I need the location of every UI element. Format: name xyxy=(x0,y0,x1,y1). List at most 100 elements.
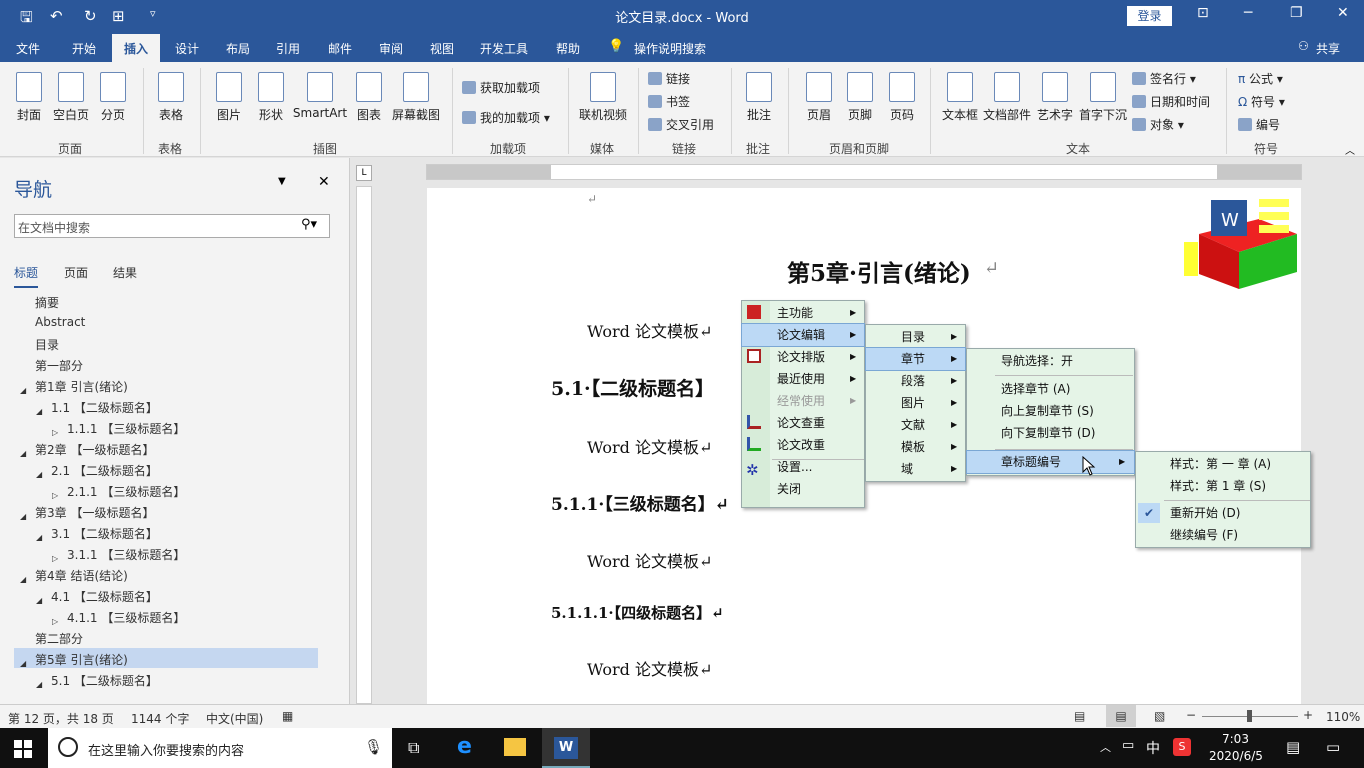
tab-4[interactable]: 布局 xyxy=(226,40,250,57)
language[interactable]: 中文(中国) xyxy=(206,710,263,727)
object-button[interactable]: 对象 ▾ xyxy=(1132,116,1184,133)
vertical-ruler[interactable] xyxy=(356,186,372,704)
menu-item[interactable]: 最近使用 ▶ xyxy=(742,368,864,390)
nav-tab-headings[interactable]: 标题 xyxy=(14,264,39,288)
taskbar-search-box[interactable]: 在这里输入你要搜索的内容 🎙 xyxy=(48,728,392,768)
my-addins-button[interactable]: 我的加载项 ▾ xyxy=(462,109,550,126)
heading-item[interactable]: 第3章 【一级标题名】 xyxy=(35,504,154,521)
heading-item[interactable]: 第一部分 xyxy=(35,357,83,374)
tab-1[interactable]: 开始 xyxy=(72,40,96,57)
cover-button[interactable]: 封面 xyxy=(12,72,46,123)
page-break-button[interactable]: 分页 xyxy=(96,72,130,123)
heading-item[interactable]: 5.1 【二级标题名】 xyxy=(51,672,158,689)
expand-toggle-icon[interactable]: ▷ xyxy=(52,554,58,563)
tab-5[interactable]: 引用 xyxy=(276,40,300,57)
menu-item[interactable]: 图片 ▶ xyxy=(866,392,965,414)
action-center-icon[interactable]: ▤ xyxy=(1286,738,1300,756)
collapse-ribbon-icon[interactable]: ︿ xyxy=(1345,142,1355,157)
menu-item[interactable]: 选择章节 (A) xyxy=(967,378,1134,400)
menu-item-chapter-numbering[interactable]: 章标题编号 ▶ xyxy=(966,450,1135,474)
heading-item[interactable]: 2.1.1 【三级标题名】 xyxy=(67,483,185,500)
web-layout-icon[interactable]: ▧ xyxy=(1154,709,1165,723)
menu-item[interactable]: 域 ▶ xyxy=(866,458,965,480)
heading-item[interactable]: 4.1 【二级标题名】 xyxy=(51,588,158,605)
cross-reference-button[interactable]: 交叉引用 xyxy=(648,116,714,133)
chart-button[interactable]: 图表 xyxy=(353,72,385,123)
expand-toggle-icon[interactable]: ◢ xyxy=(36,680,42,689)
expand-toggle-icon[interactable]: ◢ xyxy=(20,659,26,668)
ribbon-display-icon[interactable]: ⊡ xyxy=(1197,5,1209,21)
print-layout-icon[interactable]: ▤ xyxy=(1106,705,1136,727)
heading-item[interactable]: 2.1 【二级标题名】 xyxy=(51,462,158,479)
nav-options-icon[interactable]: ▼ xyxy=(278,176,286,187)
menu-item[interactable]: 章节 ▶ xyxy=(865,347,966,371)
bookmark-button[interactable]: 书签 xyxy=(648,93,690,110)
task-view-icon[interactable]: ⧉ xyxy=(408,738,419,758)
menu-item[interactable]: 论文排版 ▶ xyxy=(742,346,864,368)
footer-button[interactable]: 页脚 xyxy=(843,72,877,123)
menu-item-nav-select[interactable]: 导航选择：开 xyxy=(967,350,1134,372)
network-icon[interactable]: ▭ xyxy=(1122,738,1134,753)
date-time-button[interactable]: 日期和时间 xyxy=(1132,93,1210,110)
heading-item[interactable]: 第1章 引言(绪论) xyxy=(35,378,128,395)
microphone-icon[interactable]: 🎙 xyxy=(364,738,383,756)
heading-item[interactable]: 摘要 xyxy=(35,294,59,311)
windows-start-icon[interactable] xyxy=(14,740,32,758)
expand-toggle-icon[interactable]: ▷ xyxy=(52,491,58,500)
equation-button[interactable]: π 公式 ▾ xyxy=(1238,70,1283,87)
menu-item[interactable]: 重新开始 (D) xyxy=(1136,502,1310,524)
tab-7[interactable]: 审阅 xyxy=(379,40,403,57)
screenshot-button[interactable]: 屏幕截图 xyxy=(389,72,443,123)
expand-toggle-icon[interactable]: ◢ xyxy=(36,596,42,605)
word-taskbar-button[interactable]: W xyxy=(542,728,590,768)
expand-toggle-icon[interactable]: ◢ xyxy=(36,470,42,479)
menu-item[interactable]: 设置... xyxy=(742,456,864,478)
textbox-button[interactable]: 文本框 xyxy=(940,72,980,123)
zoom-thumb[interactable] xyxy=(1247,710,1252,722)
quick-parts-button[interactable]: 文档部件 xyxy=(982,72,1032,123)
menu-item[interactable]: 论文改重 xyxy=(742,434,864,456)
heading-item[interactable]: Abstract xyxy=(35,315,85,329)
nav-close-icon[interactable]: ✕ xyxy=(318,174,330,190)
expand-toggle-icon[interactable]: ◢ xyxy=(20,575,26,584)
tab-9[interactable]: 开发工具 xyxy=(480,40,528,57)
menu-item[interactable]: 经常使用 ▶ xyxy=(742,390,864,412)
link-button[interactable]: 链接 xyxy=(648,70,690,87)
expand-toggle-icon[interactable]: ◢ xyxy=(20,449,26,458)
menu-item[interactable]: 论文查重 xyxy=(742,412,864,434)
menu-item[interactable]: 向下复制章节 (D) xyxy=(967,422,1134,444)
tab-selector[interactable]: L xyxy=(356,165,372,181)
expand-toggle-icon[interactable]: ▷ xyxy=(52,428,58,437)
drop-cap-button[interactable]: 首字下沉 xyxy=(1078,72,1128,123)
nav-search-input[interactable]: 在文档中搜索 ⚲▾ xyxy=(14,214,330,238)
heading-item[interactable]: 3.1 【二级标题名】 xyxy=(51,525,158,542)
menu-item[interactable]: 段落 ▶ xyxy=(866,370,965,392)
smartart-button[interactable]: SmartArt xyxy=(292,72,348,120)
get-addins-button[interactable]: 获取加载项 xyxy=(462,79,540,96)
tray-chevron-icon[interactable]: ︿ xyxy=(1100,739,1111,755)
read-mode-icon[interactable]: ▤ xyxy=(1074,709,1085,723)
tab-8[interactable]: 视图 xyxy=(430,40,454,57)
menu-item[interactable]: 文献 ▶ xyxy=(866,414,965,436)
header-button[interactable]: 页眉 xyxy=(802,72,836,123)
expand-toggle-icon[interactable]: ▷ xyxy=(52,617,58,626)
keyboard-icon[interactable]: ▭ xyxy=(1326,738,1340,756)
heading-item[interactable]: 4.1.1 【三级标题名】 xyxy=(67,609,185,626)
login-button[interactable]: 登录 xyxy=(1127,6,1172,26)
tab-0[interactable]: 文件 xyxy=(16,40,40,57)
nav-tab-pages[interactable]: 页面 xyxy=(64,264,88,281)
comment-button[interactable]: 批注 xyxy=(742,72,776,123)
tab-3[interactable]: 设计 xyxy=(175,40,199,57)
numbering-button[interactable]: 编号 xyxy=(1238,116,1280,133)
heading-item[interactable]: 1.1.1 【三级标题名】 xyxy=(67,420,185,437)
expand-toggle-icon[interactable]: ◢ xyxy=(20,386,26,395)
nav-tab-results[interactable]: 结果 xyxy=(113,264,137,281)
menu-item[interactable]: 主功能 ▶ xyxy=(742,302,864,324)
menu-item[interactable]: 论文编辑 ▶ xyxy=(741,323,865,347)
zoom-in-icon[interactable]: + xyxy=(1303,708,1313,722)
symbol-button[interactable]: Ω 符号 ▾ xyxy=(1238,93,1285,110)
minimize-icon[interactable]: ─ xyxy=(1244,5,1252,21)
tab-10[interactable]: 帮助 xyxy=(556,40,580,57)
zoom-out-icon[interactable]: − xyxy=(1186,708,1196,722)
shapes-button[interactable]: 形状 xyxy=(254,72,288,123)
